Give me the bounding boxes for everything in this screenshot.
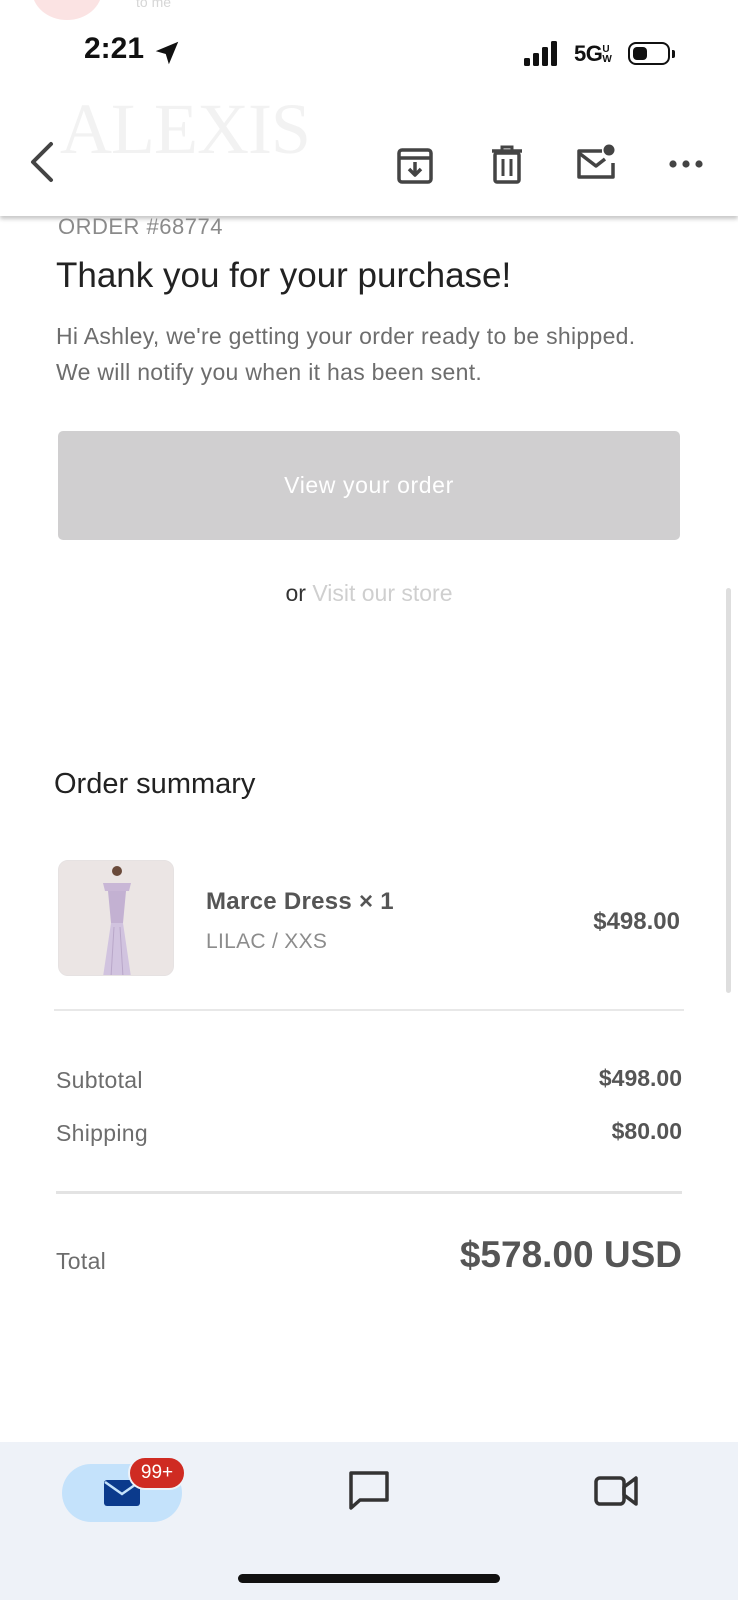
chat-icon: [349, 1471, 389, 1510]
shipping-label: Shipping: [56, 1120, 148, 1146]
back-icon: [31, 142, 53, 182]
mark-unread-icon: [577, 144, 615, 179]
total-divider: [56, 1191, 682, 1194]
order-number: ORDER #68774: [58, 214, 223, 239]
location-arrow-icon: [155, 41, 179, 65]
video-icon: [594, 1476, 638, 1506]
home-indicator: [238, 1574, 500, 1583]
back-button[interactable]: [20, 136, 64, 188]
scrollbar[interactable]: [726, 588, 731, 993]
email-headline: Thank you for your purchase!: [56, 256, 512, 295]
archive-button[interactable]: [392, 142, 438, 188]
visit-store-link[interactable]: Visit our store: [312, 580, 452, 606]
subtotal-label: Subtotal: [56, 1067, 143, 1093]
total-label: Total: [56, 1248, 107, 1274]
item-price: $498.00: [593, 908, 680, 935]
intro-text: Hi Ashley, we're getting your order read…: [56, 323, 636, 385]
more-options-button[interactable]: [662, 150, 710, 178]
visit-store-line: or Visit our store: [0, 580, 738, 607]
shipping-value: $80.00: [611, 1118, 682, 1144]
delete-button[interactable]: [484, 142, 530, 188]
network-suffix: UW: [602, 44, 612, 66]
summary-divider: [54, 1009, 684, 1011]
battery-icon: [628, 42, 670, 65]
dress-image: [59, 861, 173, 975]
or-text: or: [285, 580, 306, 606]
battery-tip: [672, 50, 675, 58]
trash-icon: [492, 145, 522, 184]
mark-unread-button[interactable]: [572, 140, 620, 186]
meet-tab[interactable]: [592, 1468, 640, 1514]
total-value: $578.00 USD: [459, 1234, 682, 1275]
item-name: Marce Dress × 1: [206, 888, 394, 915]
unread-count-badge: 99+: [128, 1456, 186, 1490]
view-order-button[interactable]: View your order: [58, 431, 680, 540]
order-summary-title: Order summary: [54, 768, 256, 800]
more-icon: [669, 160, 703, 168]
signal-strength-icon: [524, 40, 557, 66]
subtotal-value: $498.00: [598, 1065, 682, 1091]
archive-icon: [397, 148, 433, 184]
product-image: [58, 860, 174, 976]
chat-tab[interactable]: [346, 1468, 392, 1514]
item-variant: LILAC / XXS: [206, 930, 328, 953]
network-label: 5GUW: [574, 41, 614, 67]
status-time: 2:21: [84, 32, 145, 65]
